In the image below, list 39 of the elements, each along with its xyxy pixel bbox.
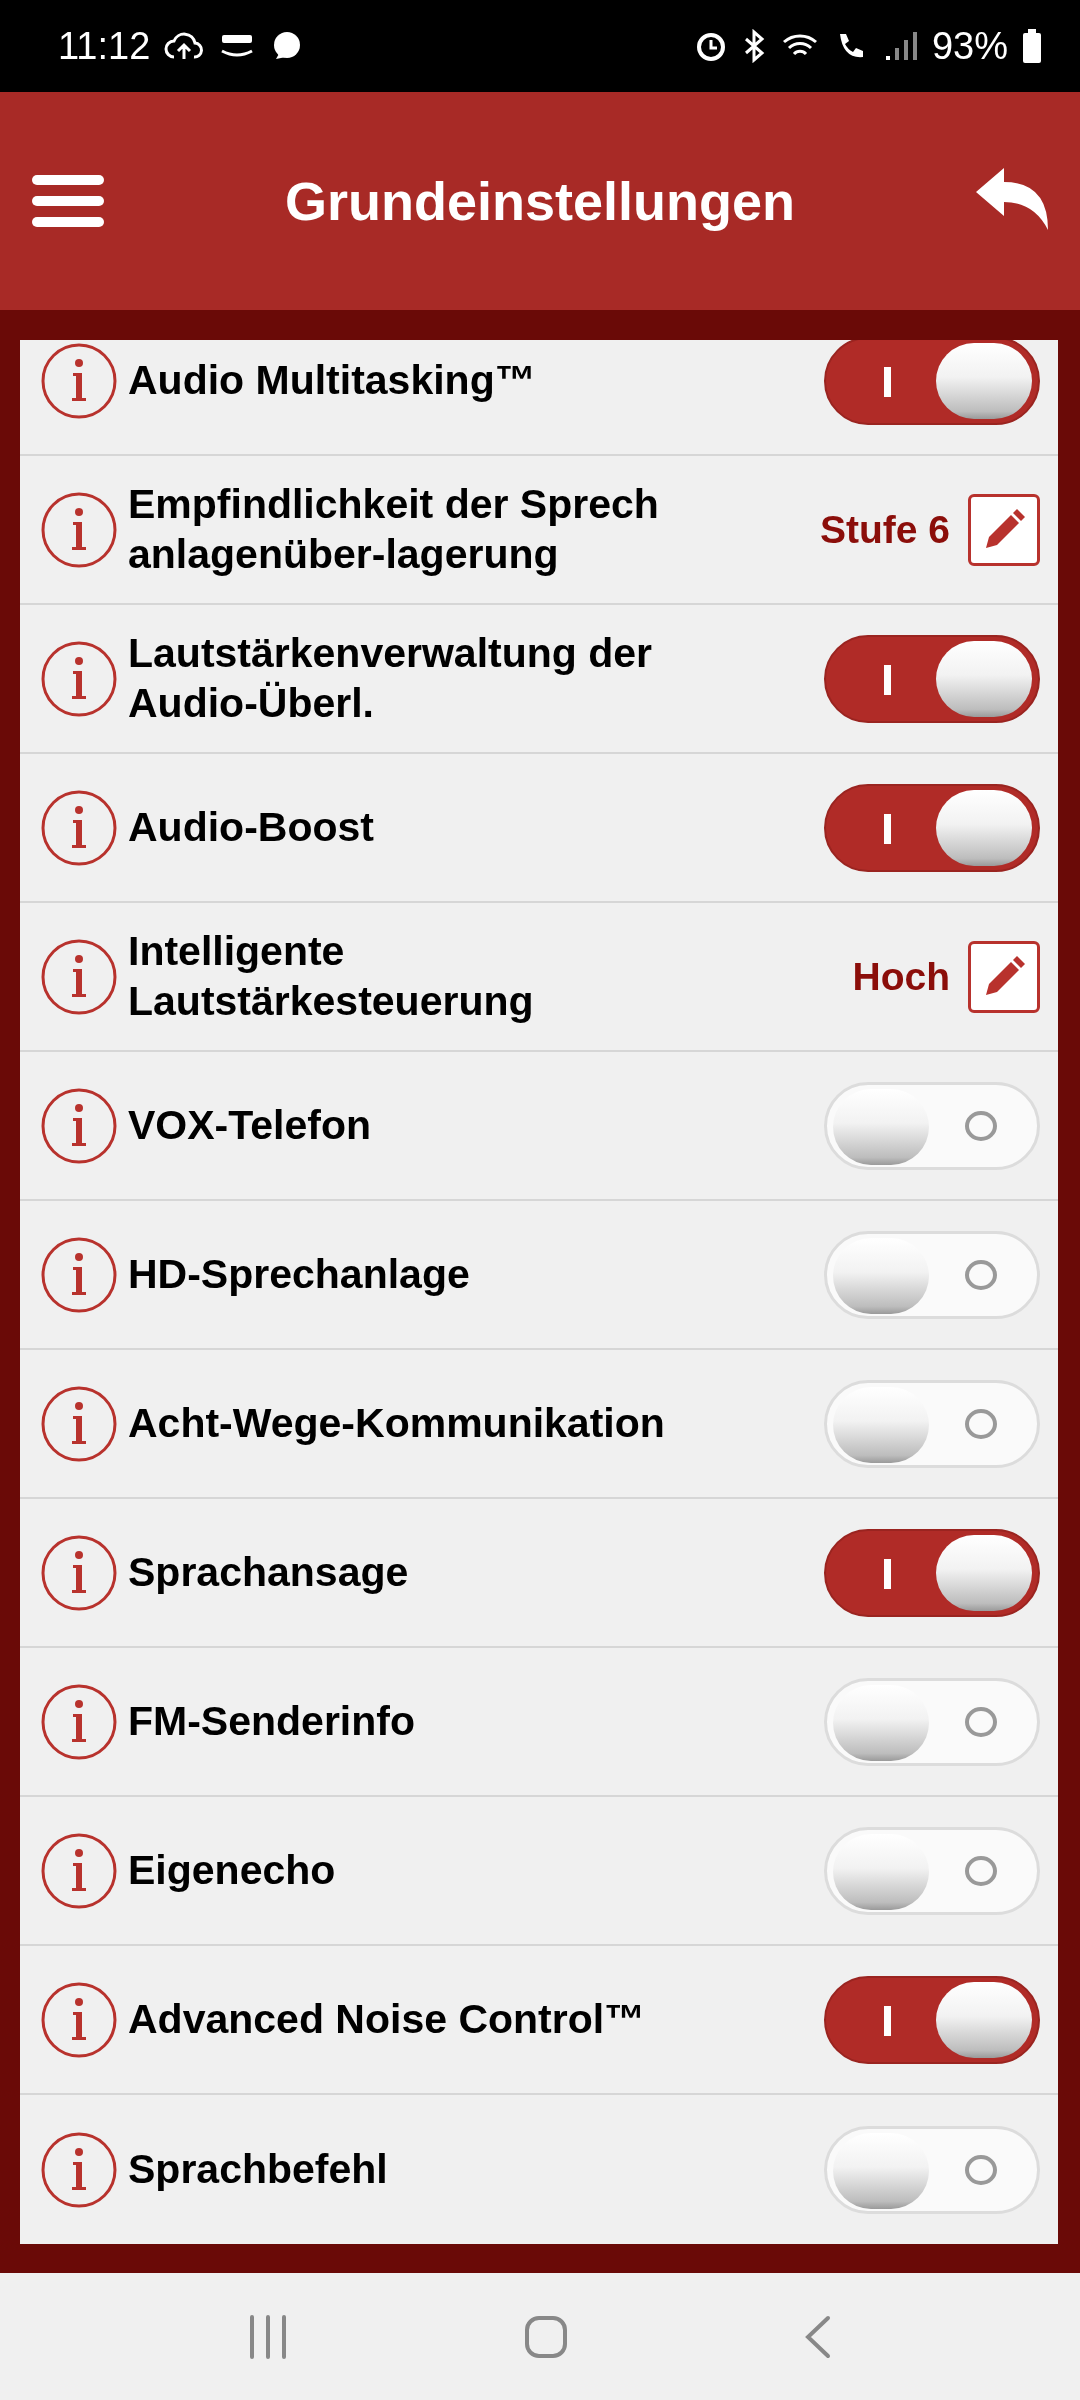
back-nav-button[interactable] (804, 2314, 832, 2359)
setting-label: Sprachansage (128, 1547, 409, 1597)
info-icon[interactable] (40, 1831, 118, 1910)
info-icon[interactable] (40, 788, 118, 867)
info-icon[interactable] (40, 1086, 118, 1165)
info-icon[interactable] (40, 937, 118, 1016)
battery-percent: 93% (931, 24, 1008, 68)
setting-value: Stufe 6 (819, 507, 950, 552)
setting-label: Acht-Wege-Kommunikation (128, 1398, 665, 1448)
info-icon[interactable] (40, 341, 118, 420)
info-icon[interactable] (40, 1980, 118, 2059)
setting-label: Advanced Noise Control™ (128, 1994, 646, 2044)
recent-apps-button[interactable] (248, 2314, 288, 2359)
home-button[interactable] (524, 2314, 568, 2359)
info-icon[interactable] (40, 1235, 118, 1314)
setting-label: HD-Sprechanlage (128, 1249, 470, 1299)
setting-label: Lautstärkenverwaltung der Audio-Überl. (128, 629, 654, 728)
setting-label: FM-Senderinfo (128, 1696, 415, 1746)
setting-label: Audio-Boost (128, 802, 374, 852)
info-icon[interactable] (40, 490, 118, 569)
setting-label: Eigenecho (128, 1845, 336, 1895)
setting-label: Sprachbefehl (128, 2144, 388, 2194)
page-title: Grundeinstellungen (285, 170, 795, 232)
info-icon[interactable] (40, 1533, 118, 1612)
setting-label: Intelligente Lautstärkesteuerung (128, 927, 535, 1026)
info-icon[interactable] (40, 639, 118, 718)
info-icon[interactable] (40, 2130, 118, 2209)
battery-icon (1022, 29, 1042, 63)
signal-icon (883, 30, 918, 62)
status-time: 11:12 (58, 24, 151, 68)
setting-label: Empfindlichkeit der Sprech anlagenüber-lagerung (128, 480, 660, 579)
info-icon[interactable] (40, 1384, 118, 1463)
cloud-upload-icon (164, 31, 205, 61)
edit-button[interactable] (968, 493, 1040, 566)
edit-button[interactable] (968, 940, 1040, 1013)
info-icon[interactable] (40, 1682, 118, 1761)
setting-label: Audio Multitasking™ (128, 355, 536, 405)
setting-label: VOX-Telefon (128, 1100, 371, 1150)
setting-value: Hoch (852, 954, 950, 999)
